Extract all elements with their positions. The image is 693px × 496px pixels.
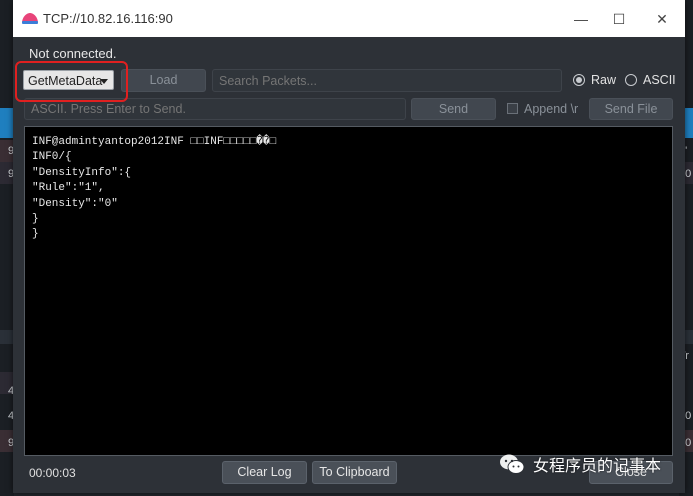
packet-output-log[interactable]: INF@admintyantop2012INF □□INF□□□□□��□ IN… xyxy=(24,126,673,456)
maximize-button[interactable]: ☐ xyxy=(606,6,632,32)
clear-log-button[interactable]: Clear Log xyxy=(222,461,307,484)
bg-row xyxy=(0,330,14,344)
output-text: INF@admintyantop2012INF □□INF□□□□□��□ IN… xyxy=(32,136,277,241)
title-bar[interactable]: TCP://10.82.16.116:90 — ☐ ✕ xyxy=(13,0,685,37)
search-packets-input[interactable] xyxy=(212,69,562,92)
raw-label: Raw xyxy=(591,73,617,87)
window-title: TCP://10.82.16.116:90 xyxy=(43,11,173,26)
to-clipboard-button[interactable]: To Clipboard xyxy=(312,461,397,484)
watermark-text: 女程序员的记事本 xyxy=(533,456,662,475)
append-label: Append \r xyxy=(524,102,579,116)
send-file-button[interactable]: Send File xyxy=(589,98,673,120)
app-logo-icon xyxy=(22,13,38,24)
connection-status: Not connected. xyxy=(29,46,117,61)
load-button[interactable]: Load xyxy=(121,69,206,92)
close-window-button[interactable]: ✕ xyxy=(649,6,675,32)
wechat-icon xyxy=(500,454,525,474)
raw-radio[interactable] xyxy=(573,74,585,86)
minimize-button[interactable]: — xyxy=(568,6,594,32)
background-left-panel: 9 9 4 9 4 xyxy=(0,0,14,496)
append-checkbox[interactable] xyxy=(507,103,518,114)
watermark: 女程序员的记事本 xyxy=(499,450,661,478)
elapsed-timer: 00:00:03 xyxy=(29,466,76,480)
bg-selected-row xyxy=(0,108,14,138)
ascii-label: ASCII xyxy=(643,73,676,87)
highlight-annotation xyxy=(15,61,128,102)
ascii-radio[interactable] xyxy=(625,74,637,86)
send-button[interactable]: Send xyxy=(411,98,496,120)
